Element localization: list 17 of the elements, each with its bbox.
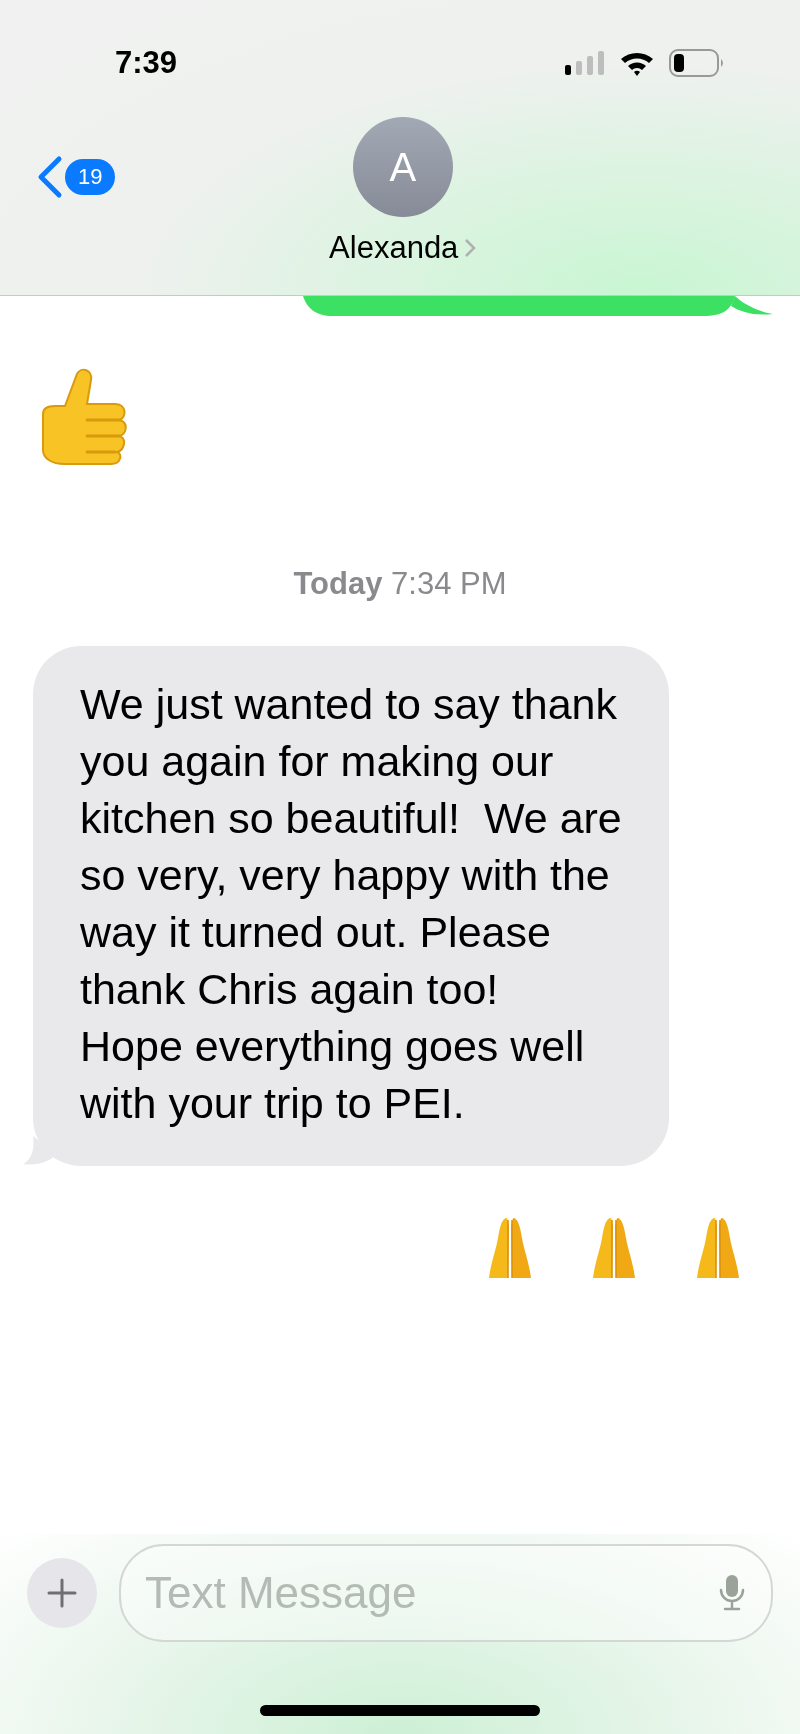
battery-icon [669, 49, 725, 78]
message-input-field[interactable]: Text Message [119, 1544, 773, 1642]
contact-avatar[interactable]: A [352, 116, 453, 217]
chevron-right-icon [464, 237, 477, 258]
message-text: We just wanted to say thank you again for making our kitchen so beautiful! We are so very, very happy with the way it turned out. Please thank Chris again too! Hope everything goes well with your trip to PEI. [80, 678, 623, 1129]
praying-hands-icon [591, 1215, 637, 1278]
microphone-icon[interactable] [719, 1574, 745, 1612]
praying-hands-icon [695, 1215, 741, 1278]
wifi-icon [619, 50, 655, 77]
back-button[interactable]: 19 [35, 154, 116, 199]
plus-icon [47, 1578, 77, 1608]
signal-icon [565, 51, 605, 76]
unread-badge: 19 [65, 158, 116, 195]
status-time: 7:39 [115, 44, 178, 82]
message-timestamp: Today 7:34 PM [293, 565, 507, 603]
contact-name[interactable]: Alexanda [329, 224, 477, 271]
praying-hands-icon [487, 1215, 533, 1278]
